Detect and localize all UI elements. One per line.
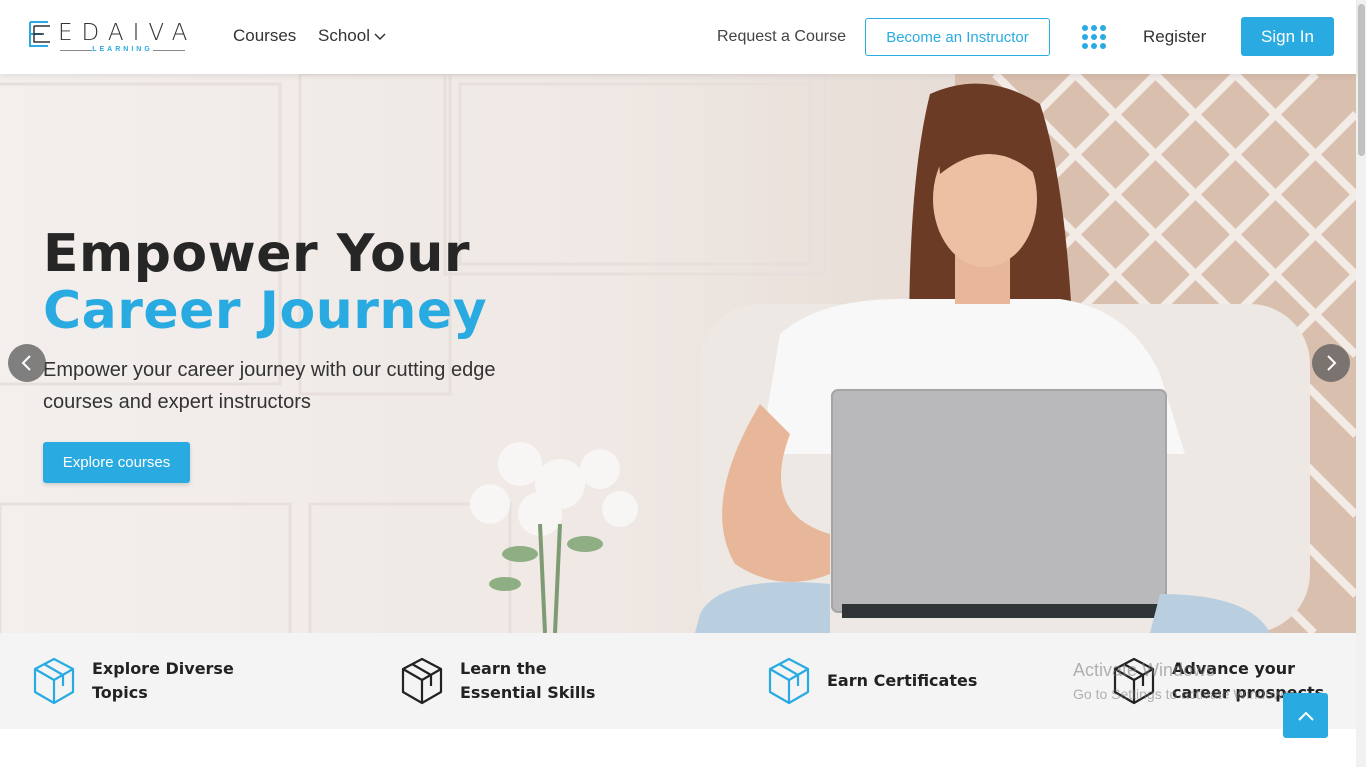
- chevron-left-icon: [21, 355, 31, 371]
- carousel-next-button[interactable]: [1312, 344, 1350, 382]
- hero-title-line1: Empower Your: [43, 224, 470, 284]
- activate-windows-watermark: Activate Windows Go to Settings to activ…: [1073, 658, 1294, 706]
- nav-courses[interactable]: Courses: [233, 26, 296, 46]
- cube-icon: [33, 657, 75, 705]
- chevron-right-icon: [1327, 355, 1337, 371]
- back-to-top-button[interactable]: [1283, 693, 1328, 738]
- brand-name: EDAIVA: [58, 20, 197, 46]
- feature-label: Explore Diverse Topics: [92, 659, 234, 702]
- watermark-subtitle: Go to Settings to activate Windows.: [1073, 686, 1294, 702]
- carousel-prev-button[interactable]: [8, 344, 46, 382]
- chevron-up-icon: [1297, 711, 1314, 721]
- become-instructor-button[interactable]: Become an Instructor: [865, 18, 1050, 56]
- nav-school-dropdown[interactable]: School: [318, 26, 386, 46]
- grid-dots-icon[interactable]: [1081, 24, 1107, 50]
- feature-label: Learn the Essential Skills: [460, 659, 596, 702]
- nav-school-label: School: [318, 26, 370, 45]
- request-course-link[interactable]: Request a Course: [717, 28, 846, 46]
- brand-logo[interactable]: EDAIVA LEARNING: [28, 18, 190, 58]
- feature-label: Earn Certificates: [827, 671, 978, 690]
- explore-courses-button[interactable]: Explore courses: [43, 442, 190, 483]
- logo-mark-icon: [29, 21, 50, 47]
- cube-icon: [768, 657, 810, 705]
- hero-subtitle: Empower your career journey with our cut…: [43, 359, 496, 413]
- scrollbar-thumb[interactable]: [1358, 4, 1365, 156]
- watermark-title: Activate Windows: [1073, 660, 1216, 680]
- brand-tagline: LEARNING: [60, 46, 185, 53]
- sign-in-button[interactable]: Sign In: [1241, 17, 1334, 56]
- hero-title-line2: Career Journey: [43, 281, 488, 341]
- chevron-down-icon: [374, 32, 386, 40]
- top-navbar: EDAIVA LEARNING Courses School Request a…: [0, 0, 1356, 74]
- register-link[interactable]: Register: [1143, 27, 1206, 47]
- hero-carousel: Empower Your Career Journey Empower your…: [0, 74, 1356, 633]
- cube-icon: [401, 657, 443, 705]
